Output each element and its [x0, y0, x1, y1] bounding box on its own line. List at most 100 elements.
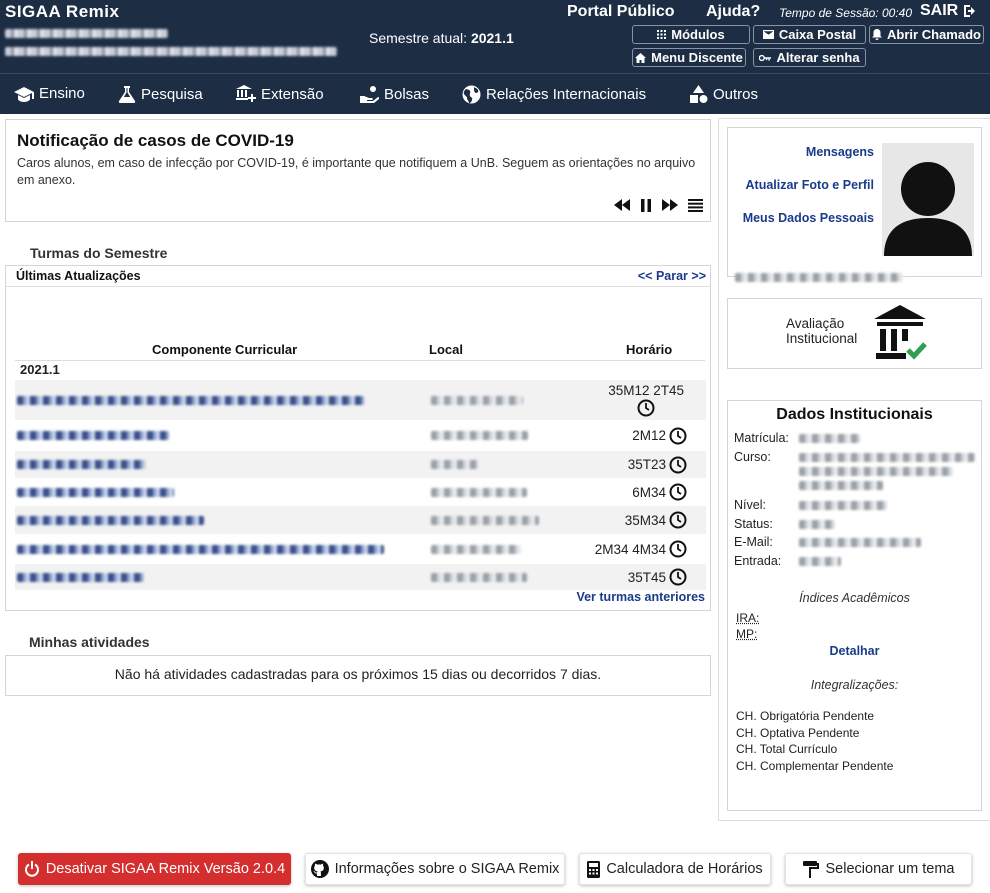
table-row[interactable]: 35T23: [15, 451, 706, 478]
dados-institucionais-card: Dados Institucionais Matrícula: Curso: N…: [727, 400, 982, 811]
informacoes-button[interactable]: Informações sobre o SIGAA Remix: [305, 853, 565, 885]
course-name-redacted[interactable]: [17, 487, 174, 497]
course-name-redacted[interactable]: [17, 395, 364, 405]
notice-controls: [614, 199, 703, 212]
curso-row: Curso:: [734, 450, 975, 490]
nav-extensao[interactable]: Extensão: [236, 85, 324, 103]
bell-icon: [872, 29, 883, 40]
nav-bolsas-label: Bolsas: [384, 85, 430, 103]
divider: [6, 286, 710, 287]
course-name-redacted[interactable]: [17, 460, 146, 469]
atualizar-foto-link[interactable]: Atualizar Foto e Perfil: [728, 178, 875, 192]
selecionar-tema-button[interactable]: Selecionar um tema: [785, 853, 972, 885]
clock-icon[interactable]: [669, 483, 687, 501]
location-redacted: [431, 515, 539, 525]
modulos-button[interactable]: Módulos: [632, 25, 750, 44]
avatar[interactable]: [882, 143, 974, 256]
clock-icon[interactable]: [669, 456, 687, 474]
clock-icon[interactable]: [669, 427, 687, 445]
user-course-redacted: [5, 47, 337, 56]
clock-icon[interactable]: [669, 511, 687, 529]
mensagens-link[interactable]: Mensagens: [728, 145, 874, 159]
fast-forward-icon[interactable]: [662, 199, 678, 211]
status-row: Status:: [734, 517, 835, 531]
alterar-senha-button[interactable]: Alterar senha: [753, 48, 866, 67]
flask-icon: [118, 86, 136, 103]
curso-value-redacted: [799, 481, 883, 490]
session-timer: Tempo de Sessão: 00:40: [779, 6, 912, 20]
table-row[interactable]: 2M12: [15, 420, 706, 451]
course-name-redacted[interactable]: [17, 544, 384, 554]
table-row[interactable]: 35M12 2T45: [15, 380, 706, 420]
nav-relacoes-internacionais[interactable]: Relações Internacionais: [462, 85, 646, 104]
meus-dados-link[interactable]: Meus Dados Pessoais: [728, 211, 874, 225]
nav-pesquisa[interactable]: Pesquisa: [118, 85, 203, 103]
hand-coins-icon: [360, 86, 379, 103]
stop-ticker-link[interactable]: << Parar >>: [638, 269, 706, 283]
table-row[interactable]: 35T45: [15, 564, 706, 590]
pause-icon[interactable]: [640, 199, 652, 212]
integralizacoes-title: Integralizações:: [810, 678, 899, 692]
portal-publico-link[interactable]: Portal Público: [567, 3, 675, 21]
entrada-label: Entrada:: [734, 554, 782, 568]
user-silhouette-icon: [884, 162, 972, 256]
logout-button[interactable]: SAIR: [920, 2, 978, 20]
course-name-redacted[interactable]: [17, 515, 204, 525]
mp-label: MP:: [736, 627, 758, 641]
schedule-cell: 35M12 2T45: [608, 383, 684, 417]
nav-extensao-label: Extensão: [261, 85, 324, 103]
logout-label: SAIR: [920, 2, 959, 19]
location-redacted: [431, 487, 527, 497]
github-icon: [310, 860, 329, 878]
schedule-code: 6M34: [632, 484, 666, 500]
help-link[interactable]: Ajuda?: [706, 3, 760, 21]
nav-ensino-label: Ensino: [39, 85, 85, 102]
entrada-value-redacted: [799, 557, 841, 566]
home-icon: [635, 52, 647, 63]
clock-icon[interactable]: [669, 568, 687, 586]
table-row[interactable]: 6M34: [15, 478, 706, 506]
menu-discente-label: Menu Discente: [651, 50, 743, 65]
table-row[interactable]: 2M34 4M34: [15, 534, 706, 564]
top-header: SIGAA Remix Semestre atual: 2021.1 Porta…: [0, 0, 990, 73]
clock-icon[interactable]: [637, 399, 655, 417]
power-icon: [24, 861, 39, 877]
rewind-icon[interactable]: [614, 199, 630, 211]
location-redacted: [431, 431, 528, 440]
abrir-chamado-button[interactable]: Abrir Chamado: [869, 25, 984, 44]
calculadora-label: Calculadora de Horários: [606, 861, 763, 877]
previous-classes-link[interactable]: Ver turmas anteriores: [576, 590, 705, 604]
curso-label: Curso:: [734, 450, 771, 464]
clock-icon[interactable]: [669, 540, 687, 558]
notice-title: Notificação de casos de COVID-19: [17, 131, 294, 150]
abrir-chamado-label: Abrir Chamado: [887, 27, 981, 42]
profile-card: Mensagens Atualizar Foto e Perfil Meus D…: [727, 127, 982, 277]
nav-outros[interactable]: Outros: [689, 85, 758, 104]
calculadora-button[interactable]: Calculadora de Horários: [579, 853, 771, 885]
building-plus-icon: [236, 85, 256, 102]
table-row[interactable]: 35M34: [15, 506, 706, 534]
avaliacao-label: Avaliação Institucional: [786, 316, 857, 346]
schedule-code: 2M12: [632, 428, 666, 443]
col-header-local: Local: [429, 342, 463, 357]
course-name-redacted[interactable]: [17, 572, 144, 582]
nav-ensino[interactable]: Ensino: [14, 85, 85, 102]
avaliacao-institucional-card[interactable]: Avaliação Institucional: [727, 298, 982, 369]
caixa-postal-button[interactable]: Caixa Postal: [753, 25, 866, 44]
course-name-redacted[interactable]: [17, 431, 169, 440]
list-icon[interactable]: [688, 199, 703, 212]
detalhar-link[interactable]: Detalhar: [728, 644, 981, 658]
schedule-code: 35M12 2T45: [608, 383, 684, 398]
turmas-panel: Últimas Atualizações << Parar >> Compone…: [5, 265, 711, 611]
menu-discente-button[interactable]: Menu Discente: [632, 48, 746, 67]
desativar-remix-button[interactable]: Desativar SIGAA Remix Versão 2.0.4: [18, 853, 291, 885]
main-nav: Ensino Pesquisa Extensão Bolsas Relações…: [0, 73, 990, 114]
location-redacted: [431, 544, 521, 554]
nav-bolsas[interactable]: Bolsas: [360, 85, 429, 103]
covid-notice: Notificação de casos de COVID-19 Caros a…: [5, 119, 711, 222]
logout-icon: [964, 5, 976, 17]
semester-value: 2021.1: [470, 30, 514, 46]
integralizacao-item: CH. Optativa Pendente: [736, 726, 860, 740]
paint-roller-icon: [802, 860, 819, 878]
schedule-cell: 35M34: [625, 511, 687, 529]
